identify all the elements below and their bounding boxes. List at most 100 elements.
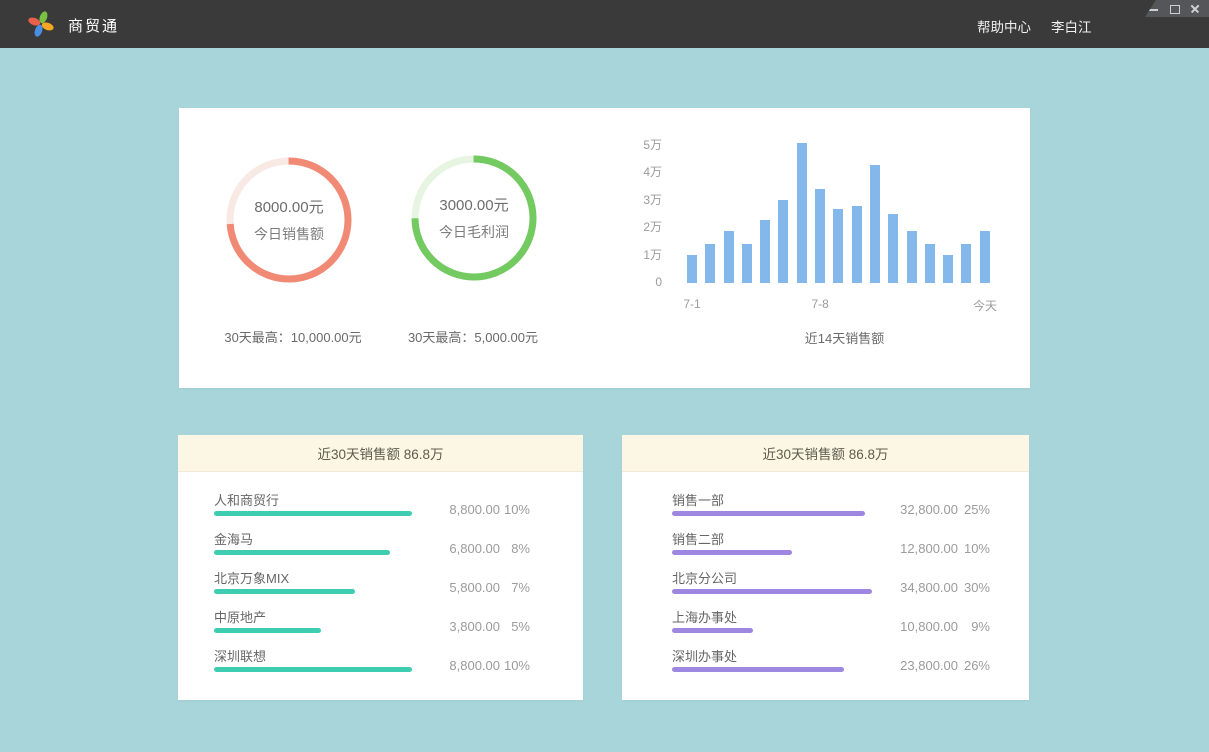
sales-bar [961, 244, 971, 283]
bar-chart-bars [687, 133, 992, 283]
rank-percent: 9% [946, 619, 990, 634]
today-summary-card: 8000.00元 今日销售额 30天最高：10,000.00元 3000.00元… [179, 108, 1030, 388]
rank-percent: 7% [490, 580, 530, 595]
y-axis-tick: 3万 [609, 193, 662, 208]
help-center-link[interactable]: 帮助中心 [977, 16, 1031, 36]
customer-rank-card: 近30天销售额 86.8万 人和商贸行 8,800.00 10% 金海马 6,8… [178, 435, 583, 700]
titlebar: 商贸通 帮助中心 李白江 [0, 0, 1209, 48]
rank-progress-bar [214, 511, 412, 516]
rank-name: 上海办事处 [672, 607, 737, 626]
rank-progress-bar [214, 589, 355, 594]
x-axis-label: 7-8 [811, 297, 828, 311]
sales-bar [833, 209, 843, 283]
rank-percent: 25% [946, 502, 990, 517]
rank-percent: 10% [490, 658, 530, 673]
rank-percent: 5% [490, 619, 530, 634]
rank-name: 销售一部 [672, 490, 724, 509]
maximize-button[interactable] [1168, 3, 1180, 15]
rank-value: 5,800.00 [410, 580, 500, 595]
today-sales-donut: 8000.00元 今日销售额 [224, 155, 354, 285]
rank-value: 32,800.00 [858, 502, 958, 517]
today-sales-value: 8000.00元 [254, 196, 323, 217]
y-axis-tick: 4万 [609, 165, 662, 180]
bar-chart-y-axis: 5万 4万 3万 2万 1万 0 [609, 108, 662, 308]
rank-value: 8,800.00 [410, 502, 500, 517]
sales-bar [797, 143, 807, 284]
sales-bar [705, 244, 715, 283]
rank-percent: 10% [490, 502, 530, 517]
y-axis-tick: 0 [609, 275, 662, 290]
customer-rank-row: 深圳联想 8,800.00 10% [178, 645, 583, 684]
rank-name: 北京万象MIX [214, 568, 289, 587]
department-rank-row: 北京分公司 34,800.00 30% [622, 567, 1029, 606]
sales-bar [852, 206, 862, 283]
rank-percent: 10% [946, 541, 990, 556]
x-axis-label: 7-1 [683, 297, 700, 311]
customer-rank-row: 人和商贸行 8,800.00 10% [178, 489, 583, 528]
minimize-button[interactable] [1147, 3, 1159, 15]
sales-bar [760, 220, 770, 283]
today-profit-value: 3000.00元 [439, 194, 508, 215]
close-button[interactable] [1189, 3, 1201, 15]
sales-bar [870, 165, 880, 284]
rank-value: 10,800.00 [858, 619, 958, 634]
user-menu[interactable]: 李白江 [1051, 16, 1092, 36]
bar-chart-title: 近14天销售额 [687, 328, 1002, 347]
department-rank-row: 深圳办事处 23,800.00 26% [622, 645, 1029, 684]
today-profit-donut: 3000.00元 今日毛利润 [409, 153, 539, 283]
rank-name: 销售二部 [672, 529, 724, 548]
rank-name: 深圳办事处 [672, 646, 737, 665]
department-rank-row: 上海办事处 10,800.00 9% [622, 606, 1029, 645]
rank-value: 12,800.00 [858, 541, 958, 556]
sales-bar [815, 189, 825, 283]
rank-progress-bar [214, 628, 321, 633]
sales-bar [778, 200, 788, 283]
rank-progress-bar [672, 667, 844, 672]
y-axis-tick: 1万 [609, 248, 662, 263]
department-rank-row: 销售二部 12,800.00 10% [622, 528, 1029, 567]
x-axis-label: 今天 [973, 297, 997, 314]
sales-bar [724, 231, 734, 283]
sales-bar [888, 214, 898, 283]
rank-percent: 8% [490, 541, 530, 556]
rank-name: 深圳联想 [214, 646, 266, 665]
rank-value: 23,800.00 [858, 658, 958, 673]
rank-percent: 26% [946, 658, 990, 673]
y-axis-tick: 5万 [609, 138, 662, 153]
rank-progress-bar [672, 628, 753, 633]
sales-bar [687, 255, 697, 283]
rank-progress-bar [672, 511, 865, 516]
rank-percent: 30% [946, 580, 990, 595]
rank-value: 34,800.00 [858, 580, 958, 595]
department-rank-row: 销售一部 32,800.00 25% [622, 489, 1029, 528]
rank-progress-bar [672, 589, 872, 594]
department-rank-title: 近30天销售额 86.8万 [622, 435, 1029, 472]
rank-progress-bar [214, 550, 390, 555]
sales-bar [943, 255, 953, 283]
rank-value: 6,800.00 [410, 541, 500, 556]
department-rank-card: 近30天销售额 86.8万 销售一部 32,800.00 25% 销售二部 12… [622, 435, 1029, 700]
pinwheel-logo-icon [26, 9, 56, 39]
rank-value: 8,800.00 [410, 658, 500, 673]
sales-bar [907, 231, 917, 283]
today-profit-label: 今日毛利润 [439, 222, 509, 242]
rank-name: 北京分公司 [672, 568, 737, 587]
customer-rank-row: 金海马 6,800.00 8% [178, 528, 583, 567]
rank-name: 中原地产 [214, 607, 266, 626]
sales-bar [742, 244, 752, 283]
rank-value: 3,800.00 [410, 619, 500, 634]
window-controls [1145, 0, 1209, 17]
rank-progress-bar [672, 550, 792, 555]
y-axis-tick: 2万 [609, 220, 662, 235]
sales-bar [925, 244, 935, 283]
rank-name: 人和商贸行 [214, 490, 279, 509]
app-title: 商贸通 [68, 15, 119, 36]
customer-rank-row: 北京万象MIX 5,800.00 7% [178, 567, 583, 606]
customer-rank-title: 近30天销售额 86.8万 [178, 435, 583, 472]
rank-progress-bar [214, 667, 412, 672]
today-profit-max: 30天最高：5,000.00元 [365, 327, 581, 345]
sales-bar [980, 231, 990, 283]
rank-name: 金海马 [214, 529, 253, 548]
bar-chart-x-axis: 7-17-8今天 [687, 297, 992, 313]
customer-rank-row: 中原地产 3,800.00 5% [178, 606, 583, 645]
